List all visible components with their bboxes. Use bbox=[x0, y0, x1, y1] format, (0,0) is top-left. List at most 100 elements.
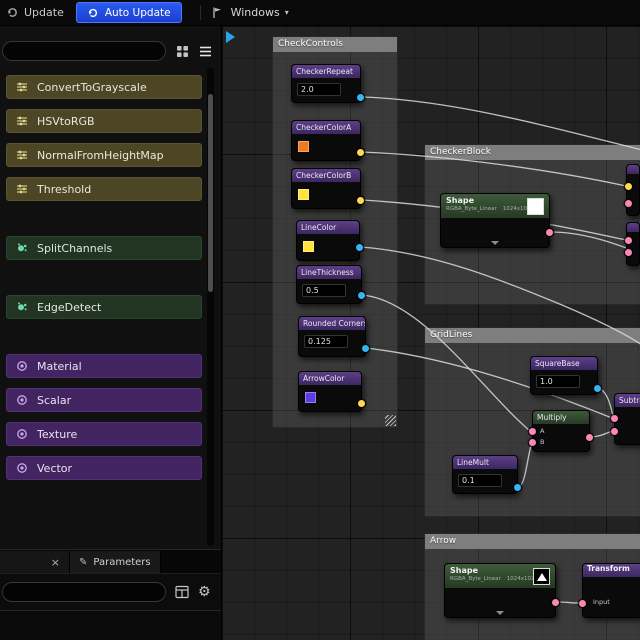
input-pin[interactable] bbox=[625, 200, 632, 207]
color-swatch[interactable] bbox=[303, 241, 314, 252]
palette-scrollbar[interactable] bbox=[207, 68, 214, 546]
close-icon[interactable]: × bbox=[51, 556, 60, 569]
palette-item-edgedetect[interactable]: EdgeDetect bbox=[6, 295, 202, 319]
output-pin[interactable] bbox=[552, 599, 559, 606]
input-pin[interactable] bbox=[625, 237, 632, 244]
output-pin[interactable] bbox=[357, 197, 364, 204]
sliders-icon bbox=[17, 184, 27, 194]
value-field[interactable]: 0.5 bbox=[302, 284, 346, 297]
input-pin-a[interactable] bbox=[611, 415, 618, 422]
bottom-tabbar: × ✎ Parameters bbox=[0, 550, 221, 574]
palette-item-texture[interactable]: Texture bbox=[6, 422, 202, 446]
parameters-search-input[interactable] bbox=[2, 582, 166, 602]
output-pin[interactable] bbox=[358, 292, 365, 299]
input-pin-b[interactable] bbox=[611, 428, 618, 435]
parameters-empty-area bbox=[0, 610, 221, 640]
palette-search-input[interactable] bbox=[2, 41, 166, 61]
node-arrow-color[interactable]: ArrowColor bbox=[298, 371, 365, 412]
input-label: Input bbox=[593, 598, 610, 606]
color-swatch[interactable] bbox=[298, 189, 309, 200]
clipped-node[interactable] bbox=[625, 164, 640, 216]
output-pin[interactable] bbox=[357, 94, 364, 101]
toolbar: Update Auto Update Windows ▾ bbox=[0, 0, 640, 26]
update-button[interactable]: Update bbox=[6, 6, 64, 19]
output-pin[interactable] bbox=[356, 244, 363, 251]
node-preview-thumbnail[interactable] bbox=[527, 198, 544, 215]
palette-item-material[interactable]: Material bbox=[6, 354, 202, 378]
update-label: Update bbox=[24, 6, 64, 19]
scrollbar-thumb[interactable] bbox=[208, 94, 213, 292]
group-title[interactable]: GridLines bbox=[425, 328, 640, 343]
expand-chevron-icon[interactable] bbox=[496, 611, 504, 615]
palette-item-label: HSVtoRGB bbox=[37, 114, 95, 128]
sliders-icon bbox=[17, 116, 27, 126]
output-pin[interactable] bbox=[358, 400, 365, 407]
node-checker-repeat[interactable]: CheckerRepeat 2.0 bbox=[291, 64, 364, 103]
palette-item-label: Material bbox=[37, 359, 82, 373]
node-rounded-corners[interactable]: Rounded Corners 0.125 bbox=[298, 316, 369, 357]
node-line-thickness[interactable]: LineThickness 0.5 bbox=[296, 265, 365, 304]
palette-item-hsvtorgb[interactable]: HSVtoRGB bbox=[6, 109, 202, 133]
graph-canvas[interactable]: CheckControls CheckerBlock GridLines Arr… bbox=[222, 26, 640, 640]
output-pin[interactable] bbox=[362, 345, 369, 352]
windows-menu[interactable]: Windows ▾ bbox=[231, 6, 289, 19]
group-title[interactable]: Arrow bbox=[425, 534, 640, 549]
node-checker-color-b[interactable]: CheckerColorB bbox=[291, 168, 364, 209]
value-field[interactable]: 0.125 bbox=[304, 335, 348, 348]
view-toggle bbox=[173, 42, 214, 60]
value-field[interactable]: 1.0 bbox=[536, 375, 580, 388]
node-title: Multiply bbox=[533, 411, 589, 424]
splat-icon bbox=[18, 302, 27, 311]
node-preview-thumbnail[interactable] bbox=[533, 568, 550, 585]
group-title[interactable]: CheckControls bbox=[273, 37, 397, 52]
input-pin-b[interactable] bbox=[529, 439, 536, 446]
grid-view-icon[interactable] bbox=[173, 42, 191, 60]
input-pin[interactable] bbox=[579, 600, 586, 607]
node-line-color[interactable]: LineColor bbox=[296, 220, 363, 261]
palette-item-list: ConvertToGrayscale HSVtoRGB NormalFromHe… bbox=[0, 61, 221, 480]
tab-current[interactable]: × bbox=[0, 551, 70, 573]
node-multiply[interactable]: Multiply A B bbox=[529, 410, 593, 452]
output-pin[interactable] bbox=[357, 149, 364, 156]
output-pin[interactable] bbox=[546, 229, 553, 236]
auto-update-button[interactable]: Auto Update bbox=[75, 2, 182, 23]
expand-chevron-icon[interactable] bbox=[491, 241, 499, 245]
color-swatch[interactable] bbox=[298, 141, 309, 152]
node-subtract[interactable]: Subtract bbox=[611, 393, 640, 445]
color-swatch[interactable] bbox=[305, 392, 316, 403]
node-title: Transform bbox=[587, 564, 630, 573]
chevron-down-icon: ▾ bbox=[284, 8, 289, 17]
node-line-mult[interactable]: LineMult 0.1 bbox=[452, 455, 521, 494]
palette-item-label: Threshold bbox=[37, 182, 92, 196]
group-title[interactable]: CheckerBlock bbox=[425, 145, 640, 160]
input-pin-a[interactable] bbox=[529, 428, 536, 435]
tab-parameters[interactable]: ✎ Parameters bbox=[70, 551, 161, 573]
palette-item-splitchannels[interactable]: SplitChannels bbox=[6, 236, 202, 260]
node-square-base[interactable]: SquareBase 1.0 bbox=[530, 356, 601, 395]
output-pin[interactable] bbox=[586, 434, 593, 441]
node-checker-color-a[interactable]: CheckerColorA bbox=[291, 120, 364, 161]
input-pin[interactable] bbox=[625, 183, 632, 190]
palette-item-scalar[interactable]: Scalar bbox=[6, 388, 202, 412]
input-pin[interactable] bbox=[625, 249, 632, 256]
palette-item-vector[interactable]: Vector bbox=[6, 456, 202, 480]
node-title: Rounded Corners bbox=[299, 317, 365, 330]
value-field[interactable]: 2.0 bbox=[297, 83, 341, 96]
output-pin[interactable] bbox=[594, 385, 601, 392]
node-transform[interactable]: Transform Input bbox=[579, 563, 640, 618]
resize-handle[interactable] bbox=[385, 415, 396, 426]
palette-item-label: SplitChannels bbox=[37, 241, 113, 255]
node-shape-checker[interactable]: Shape RGBA_Byte_Linear 1024x1024 bbox=[440, 193, 553, 248]
value-field[interactable]: 0.1 bbox=[458, 474, 502, 487]
node-shape-arrow[interactable]: Shape RGBA_Byte_Linear 1024x1024 bbox=[444, 563, 559, 618]
table-icon[interactable] bbox=[175, 585, 189, 599]
clipped-node[interactable] bbox=[625, 222, 640, 266]
palette-item-converttograyscale[interactable]: ConvertToGrayscale bbox=[6, 75, 202, 99]
output-pin[interactable] bbox=[514, 484, 521, 491]
palette-item-threshold[interactable]: Threshold bbox=[6, 177, 202, 201]
palette-item-normalfromheightmap[interactable]: NormalFromHeightMap bbox=[6, 143, 202, 167]
flag-icon bbox=[211, 6, 223, 19]
list-view-icon[interactable] bbox=[196, 42, 214, 60]
parameters-panel: × ✎ Parameters ⚙ bbox=[0, 549, 221, 640]
gear-icon[interactable]: ⚙ bbox=[198, 585, 211, 599]
